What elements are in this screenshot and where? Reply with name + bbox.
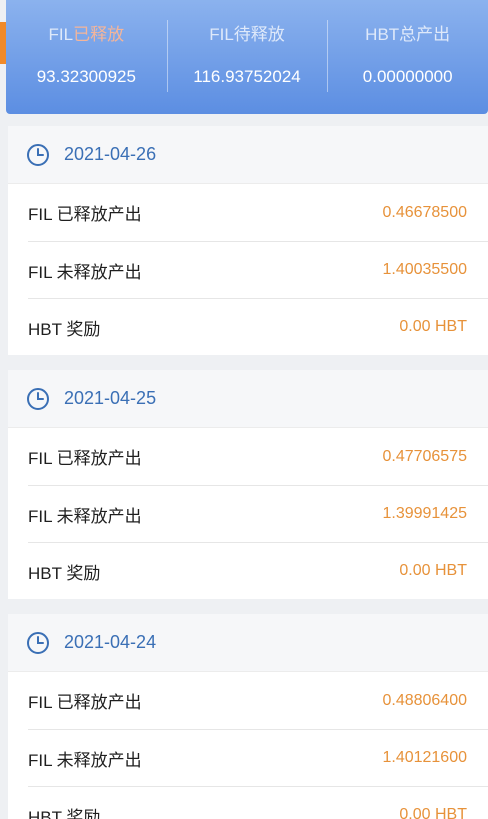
record-row-fil-unreleased: FIL 未释放产出 1.39991425 <box>28 485 488 542</box>
stat-value: 0.00000000 <box>362 67 453 86</box>
row-label: FIL 未释放产出 <box>28 262 142 282</box>
stat-label: FIL待释放 <box>209 25 285 44</box>
record-date: 2021-04-26 <box>64 144 157 164</box>
record-row-fil-released: FIL 已释放产出 0.48806400 <box>8 672 488 729</box>
record-row-fil-released: FIL 已释放产出 0.46678500 <box>8 184 488 241</box>
row-label: FIL 已释放产出 <box>28 693 142 712</box>
row-label: HBT 奖励 <box>28 319 101 339</box>
stat-label: HBT总产出 <box>365 25 451 44</box>
row-label: HBT 奖励 <box>28 807 101 819</box>
record-row-fil-unreleased: FIL 未释放产出 1.40121600 <box>28 729 488 786</box>
clock-icon <box>27 387 49 410</box>
stat-fil-released[interactable]: FIL已释放 93.32300925 <box>6 0 167 114</box>
row-value: 0.00 HBT <box>399 318 467 335</box>
row-label: FIL 已释放产出 <box>28 449 142 468</box>
record-card: 2021-04-25 FIL 已释放产出 0.47706575 FIL 未释放产… <box>8 370 488 599</box>
record-date-header: 2021-04-26 <box>8 126 488 184</box>
record-list: 2021-04-26 FIL 已释放产出 0.46678500 FIL 未释放产… <box>8 126 488 819</box>
record-row-fil-unreleased: FIL 未释放产出 1.40035500 <box>28 241 488 298</box>
row-value: 1.39991425 <box>382 505 467 522</box>
row-value: 0.47706575 <box>382 447 467 465</box>
record-date: 2021-04-25 <box>64 388 157 408</box>
row-label: FIL 未释放产出 <box>28 750 142 770</box>
record-row-hbt-reward: HBT 奖励 0.00 HBT <box>28 786 488 819</box>
record-row-hbt-reward: HBT 奖励 0.00 HBT <box>28 542 488 599</box>
record-card: 2021-04-24 FIL 已释放产出 0.48806400 FIL 未释放产… <box>8 614 488 819</box>
record-row-hbt-reward: HBT 奖励 0.00 HBT <box>28 298 488 355</box>
row-value: 0.48806400 <box>382 691 467 709</box>
stat-fil-pending[interactable]: FIL待释放 116.93752024 <box>166 0 328 114</box>
clock-icon <box>27 631 49 654</box>
stat-hbt-total[interactable]: HBT总产出 0.00000000 <box>327 0 488 114</box>
row-label: HBT 奖励 <box>28 563 101 583</box>
record-card: 2021-04-26 FIL 已释放产出 0.46678500 FIL 未释放产… <box>8 126 488 355</box>
summary-header: FIL已释放 93.32300925 FIL待释放 116.93752024 H… <box>6 0 488 114</box>
row-label: FIL 未释放产出 <box>28 506 142 526</box>
record-date-header: 2021-04-25 <box>8 370 488 428</box>
stat-value: 93.32300925 <box>36 67 136 86</box>
stat-label: FIL已释放 <box>48 25 125 44</box>
row-value: 1.40121600 <box>382 749 467 766</box>
row-value: 0.00 HBT <box>399 562 467 579</box>
row-label: FIL 已释放产出 <box>28 205 142 224</box>
row-value: 1.40035500 <box>382 261 467 278</box>
stat-value: 116.93752024 <box>193 67 301 86</box>
row-value: 0.00 HBT <box>399 806 467 819</box>
record-row-fil-released: FIL 已释放产出 0.47706575 <box>8 428 488 485</box>
record-date: 2021-04-24 <box>64 632 157 652</box>
record-date-header: 2021-04-24 <box>8 614 488 672</box>
clock-icon <box>27 143 49 166</box>
row-value: 0.46678500 <box>382 203 467 221</box>
